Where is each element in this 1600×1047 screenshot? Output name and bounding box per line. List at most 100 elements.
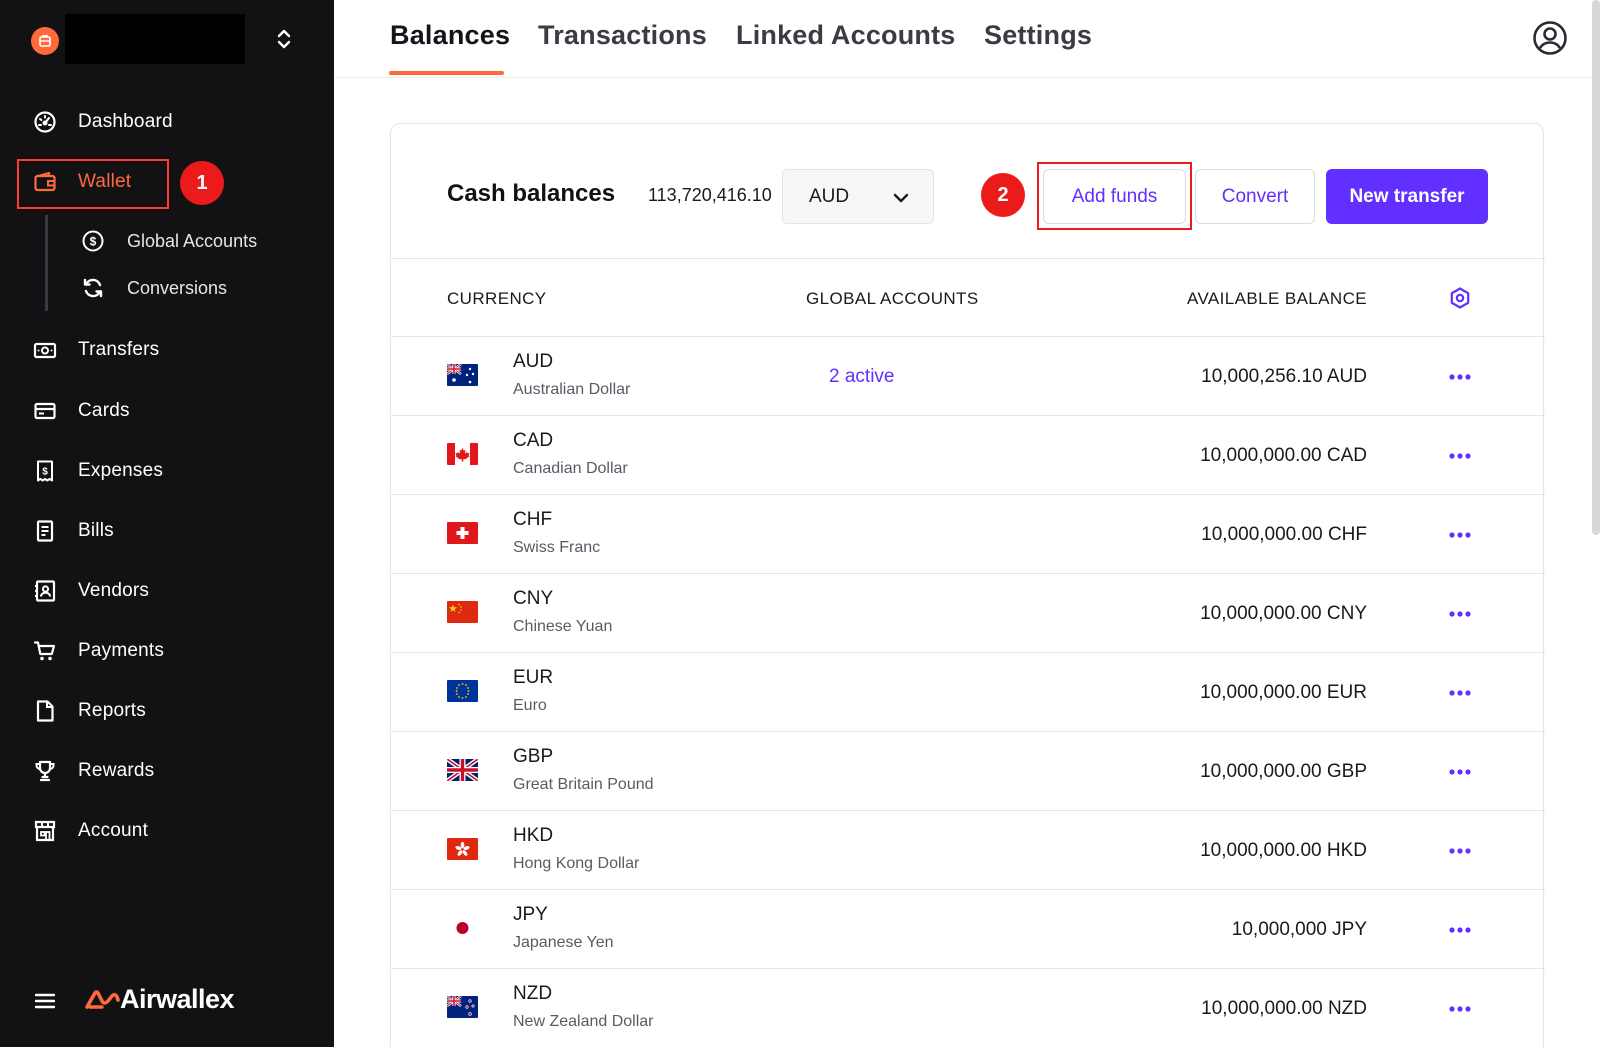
- org-name: [65, 14, 245, 64]
- vendors-icon: [32, 578, 58, 604]
- column-header-global-accounts: GLOBAL ACCOUNTS: [806, 289, 979, 308]
- available-balance: 10,000,000.00 HKD: [1200, 840, 1367, 861]
- top-tabs-bar: [334, 0, 1600, 78]
- table-row[interactable]: NZD New Zealand Dollar 10,000,000.00 NZD: [391, 969, 1545, 1047]
- currency-code: CAD: [513, 430, 554, 451]
- table-row[interactable]: CAD Canadian Dollar 10,000,000.00 CAD: [391, 416, 1545, 495]
- more-options-icon[interactable]: [1448, 1005, 1472, 1013]
- sidebar-item-reports[interactable]: Reports: [0, 687, 334, 735]
- sidebar-item-label: Payments: [78, 640, 165, 661]
- menu-icon[interactable]: [35, 992, 55, 1010]
- cash-balances-total: 113,720,416.10: [648, 185, 772, 205]
- cash-balances-card: Cash balances 113,720,416.10 AUD 2 Add f…: [390, 123, 1545, 1047]
- currency-name: Swiss Franc: [513, 539, 601, 556]
- table-row[interactable]: AUD Australian Dollar 2 active 10,000,25…: [391, 337, 1545, 416]
- currency-select[interactable]: AUD: [782, 169, 934, 224]
- cart-icon: [32, 638, 58, 664]
- document-icon: [32, 698, 58, 724]
- more-options-icon[interactable]: [1448, 768, 1472, 776]
- currency-code: NZD: [513, 983, 553, 1004]
- column-header-available-balance: AVAILABLE BALANCE: [1186, 289, 1367, 308]
- sidebar-item-rewards[interactable]: Rewards: [0, 747, 334, 795]
- more-options-icon[interactable]: [1448, 926, 1472, 934]
- table-row[interactable]: HKD Hong Kong Dollar 10,000,000.00 HKD: [391, 811, 1545, 890]
- currency-name: Hong Kong Dollar: [513, 855, 640, 872]
- flag-au-icon: [447, 364, 478, 386]
- submenu-line: [45, 215, 48, 311]
- more-options-icon[interactable]: [1448, 452, 1472, 460]
- currency-name: Great Britain Pound: [513, 776, 654, 793]
- new-transfer-button[interactable]: New transfer: [1326, 169, 1488, 224]
- sidebar-footer: Airwallex: [0, 980, 334, 1030]
- sidebar-subitem-global-accounts[interactable]: $ Global Accounts: [80, 221, 257, 261]
- table-row[interactable]: GBP Great Britain Pound 10,000,000.00 GB…: [391, 732, 1545, 811]
- flag-ca-icon: [447, 443, 478, 465]
- sidebar-item-bills[interactable]: Bills: [0, 507, 334, 555]
- trophy-icon: [32, 758, 58, 784]
- flag-eu-icon: [447, 680, 478, 702]
- available-balance: 10,000,000.00 EUR: [1200, 682, 1367, 703]
- sidebar-item-label: Cards: [78, 400, 130, 421]
- tab-transactions[interactable]: Transactions: [538, 20, 707, 51]
- flag-ch-icon: [447, 522, 478, 544]
- more-options-icon[interactable]: [1448, 689, 1472, 697]
- available-balance: 10,000,000.00 CAD: [1200, 445, 1367, 466]
- sidebar-item-label: Account: [78, 820, 149, 841]
- tab-settings[interactable]: Settings: [984, 20, 1092, 51]
- svg-text:$: $: [90, 235, 97, 249]
- sidebar-item-payments[interactable]: Payments: [0, 627, 334, 675]
- sidebar-item-label: Dashboard: [78, 111, 173, 132]
- wallet-highlight-box: [17, 159, 169, 209]
- chevron-updown-icon[interactable]: [273, 26, 295, 52]
- table-row[interactable]: CHF Swiss Franc 10,000,000.00 CHF: [391, 495, 1545, 574]
- flag-cn-icon: [447, 601, 478, 623]
- scrollbar[interactable]: [1592, 0, 1600, 535]
- sidebar-item-label: Rewards: [78, 760, 155, 781]
- tab-balances[interactable]: Balances: [390, 20, 510, 51]
- available-balance: 10,000,256.10 AUD: [1201, 366, 1367, 387]
- sidebar-item-account[interactable]: Account: [0, 807, 334, 855]
- flag-hk-icon: [447, 838, 478, 860]
- store-icon: [32, 818, 58, 844]
- table-header: CURRENCY GLOBAL ACCOUNTS AVAILABLE BALAN…: [391, 259, 1545, 337]
- sidebar-item-cards[interactable]: Cards: [0, 387, 334, 435]
- sidebar-item-vendors[interactable]: Vendors: [0, 567, 334, 615]
- table-row[interactable]: JPY Japanese Yen 10,000,000 JPY: [391, 890, 1545, 969]
- available-balance: 10,000,000 JPY: [1231, 919, 1367, 940]
- gear-icon[interactable]: [1449, 287, 1471, 309]
- currency-code: AUD: [513, 351, 554, 372]
- more-options-icon[interactable]: [1448, 373, 1472, 381]
- table-row[interactable]: CNY Chinese Yuan 10,000,000.00 CNY: [391, 574, 1545, 653]
- currency-name: Euro: [513, 697, 547, 714]
- available-balance: 10,000,000.00 NZD: [1201, 998, 1367, 1019]
- more-options-icon[interactable]: [1448, 847, 1472, 855]
- flag-jp-icon: [447, 917, 478, 939]
- card-header: Cash balances 113,720,416.10 AUD 2 Add f…: [391, 124, 1545, 259]
- currency-name: Japanese Yen: [513, 934, 614, 951]
- sidebar-item-label: Transfers: [78, 339, 160, 360]
- sidebar-item-label: Bills: [78, 520, 114, 541]
- user-profile-icon[interactable]: [1532, 20, 1568, 56]
- available-balance: 10,000,000.00 CNY: [1200, 603, 1367, 624]
- more-options-icon[interactable]: [1448, 610, 1472, 618]
- currency-name: Australian Dollar: [513, 381, 631, 398]
- table-row[interactable]: EUR Euro 10,000,000.00 EUR: [391, 653, 1545, 732]
- org-switcher[interactable]: [0, 0, 334, 80]
- sidebar-item-expenses[interactable]: $ Expenses: [0, 447, 334, 495]
- sidebar-item-transfers[interactable]: Transfers: [0, 326, 334, 374]
- step-badge-1: 1: [180, 161, 224, 205]
- currency-select-value: AUD: [809, 186, 850, 207]
- more-options-icon[interactable]: [1448, 531, 1472, 539]
- sidebar-item-label: Reports: [78, 700, 146, 721]
- dashboard-icon: [32, 109, 58, 135]
- sidebar-item-label: Expenses: [78, 460, 164, 481]
- global-accounts-link[interactable]: 2 active: [829, 366, 894, 388]
- brand-logo: Airwallex: [84, 984, 235, 1015]
- sidebar-subitem-conversions[interactable]: Conversions: [80, 268, 227, 308]
- tab-linked-accounts[interactable]: Linked Accounts: [736, 20, 956, 51]
- airwallex-logo-icon: [85, 989, 120, 1009]
- convert-button[interactable]: Convert: [1195, 169, 1315, 224]
- flag-nz-icon: [447, 996, 478, 1018]
- sidebar-item-dashboard[interactable]: Dashboard: [0, 98, 334, 146]
- add-funds-button[interactable]: Add funds: [1043, 169, 1186, 224]
